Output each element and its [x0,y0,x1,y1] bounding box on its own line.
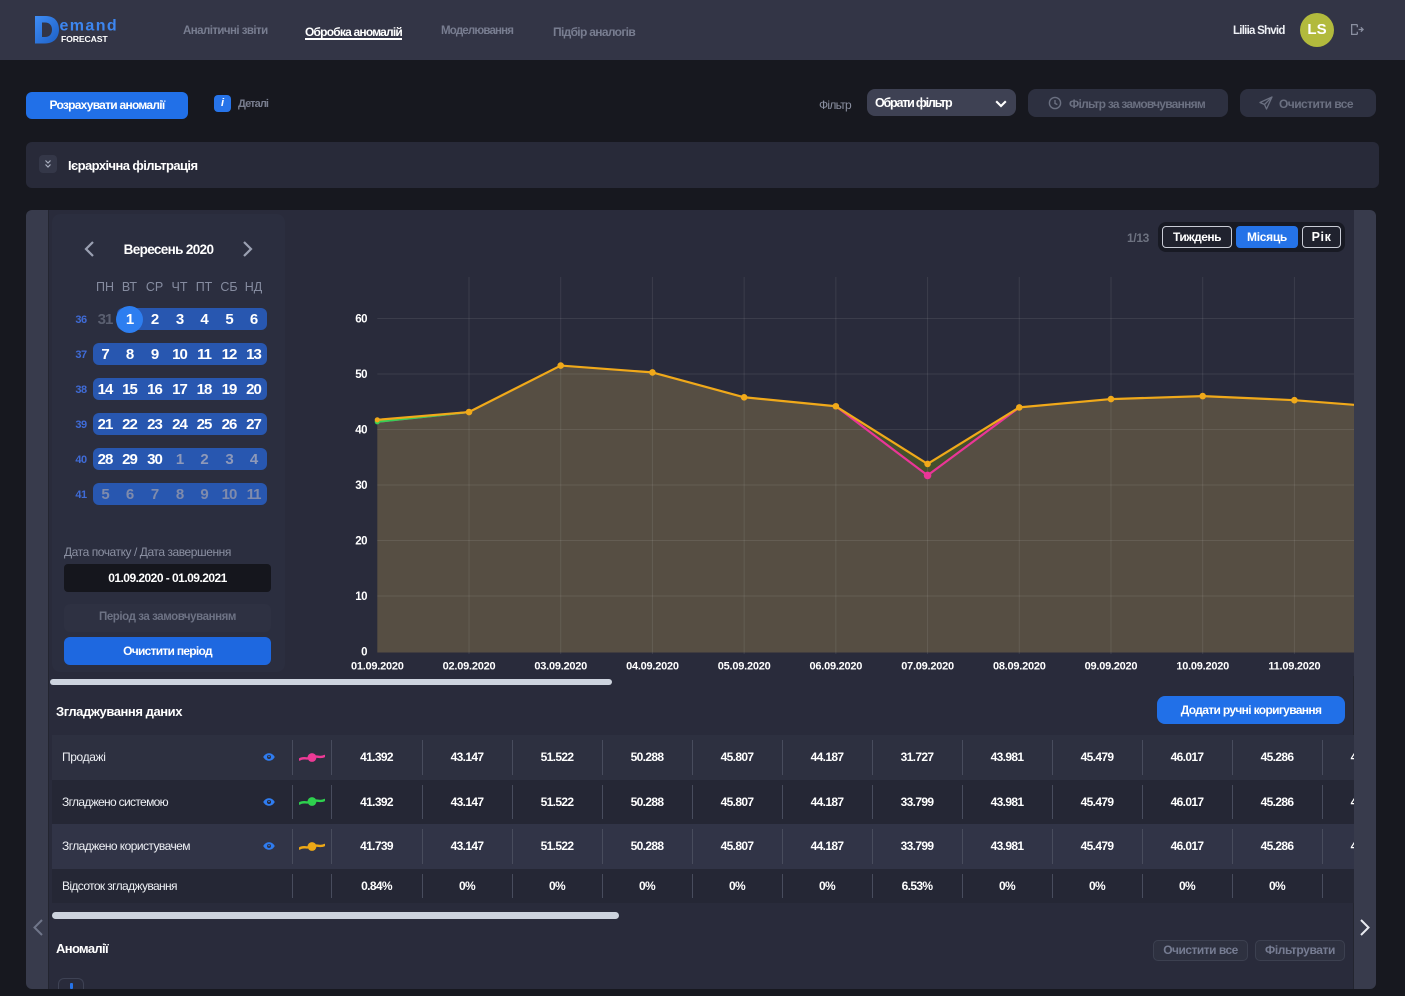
svg-text:60: 60 [355,314,367,326]
svg-text:20: 20 [355,536,367,548]
svg-text:FORECAST: FORECAST [61,34,108,44]
svg-text:02.09.2020: 02.09.2020 [443,661,496,673]
svg-text:10.09.2020: 10.09.2020 [1176,661,1229,673]
svg-text:09.09.2020: 09.09.2020 [1085,661,1138,673]
svg-text:emand: emand [60,18,119,35]
svg-text:0: 0 [361,647,367,659]
svg-text:06.09.2020: 06.09.2020 [810,661,863,673]
svg-text:50: 50 [355,369,367,381]
svg-text:05.09.2020: 05.09.2020 [718,661,771,673]
svg-text:01.09.2020: 01.09.2020 [351,661,404,673]
svg-text:11.09.2020: 11.09.2020 [1268,661,1320,673]
svg-text:07.09.2020: 07.09.2020 [901,661,954,673]
svg-text:04.09.2020: 04.09.2020 [626,661,679,673]
svg-text:40: 40 [355,425,367,437]
svg-text:03.09.2020: 03.09.2020 [534,661,587,673]
svg-text:10: 10 [355,591,367,603]
svg-text:08.09.2020: 08.09.2020 [993,661,1046,673]
svg-text:30: 30 [355,480,367,492]
